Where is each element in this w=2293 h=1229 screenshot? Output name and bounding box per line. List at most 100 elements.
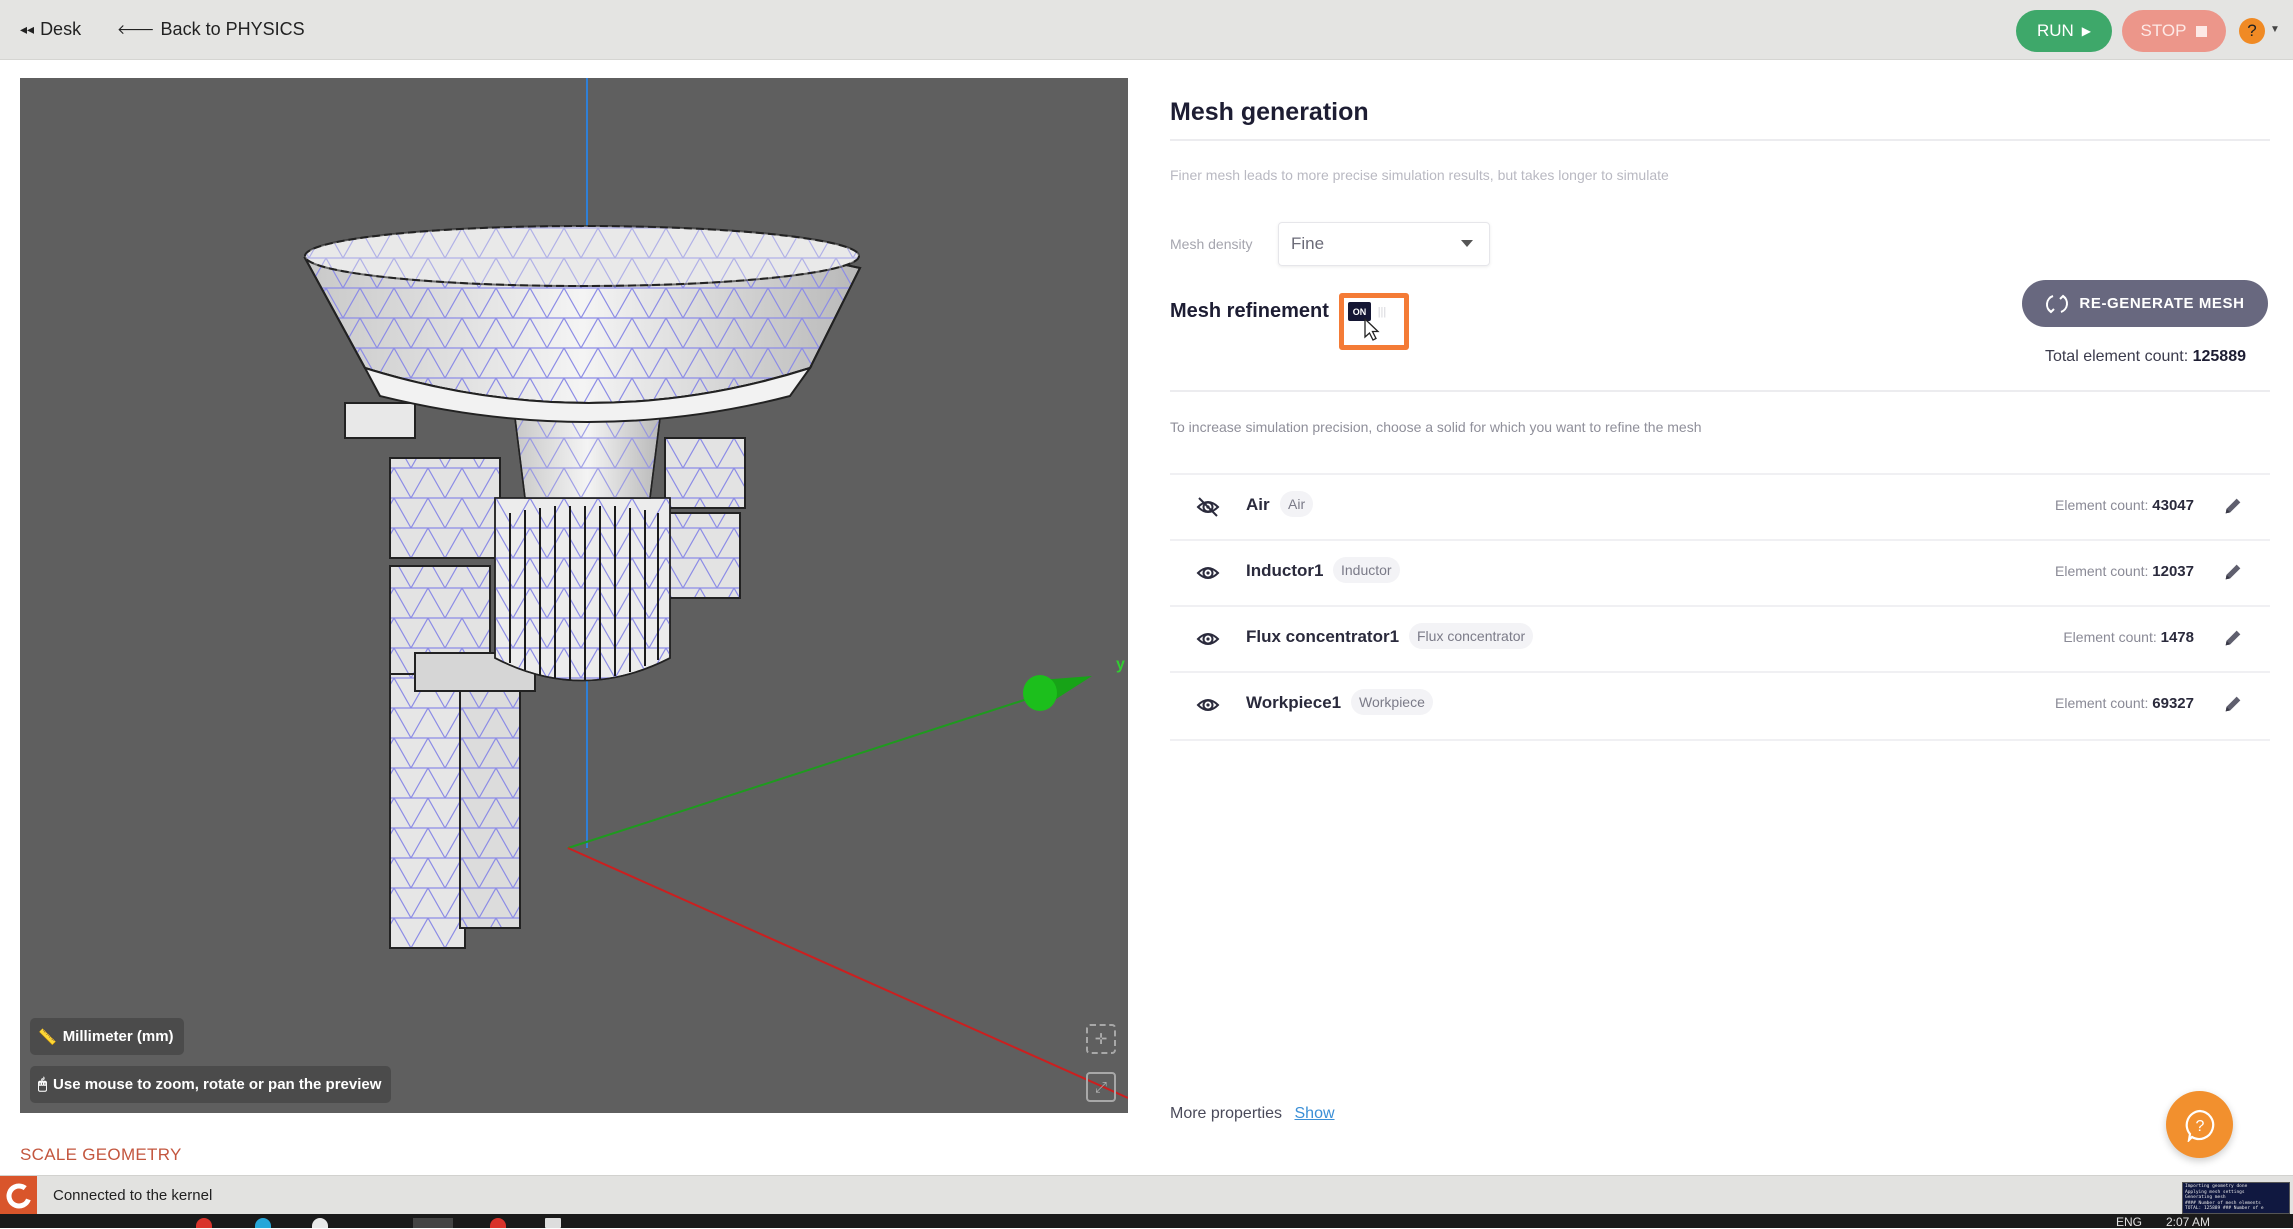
- solid-name: Workpiece1: [1246, 693, 1342, 712]
- back-label: Back to PHYSICS: [160, 19, 305, 39]
- pencil-icon[interactable]: [2222, 693, 2244, 715]
- kernel-status: Connected to the kernel: [53, 1187, 213, 1204]
- element-count: Element count: 69327: [2055, 695, 2194, 712]
- os-taskbar: ENG 2:07 AM: [0, 1214, 2293, 1229]
- scale-geometry-link[interactable]: SCALE GEOMETRY: [20, 1145, 182, 1165]
- solid-row[interactable]: Flux concentrator1 Flux concentrator Eleme…: [1170, 605, 2270, 673]
- element-count-label: Element count:: [2055, 497, 2149, 513]
- desk-link[interactable]: ◂◂ Desk: [20, 0, 81, 59]
- app-logo-icon: [0, 1176, 37, 1215]
- taskbar-app-icon[interactable]: [545, 1218, 561, 1228]
- element-count-value: 1478: [2160, 629, 2194, 646]
- mouse-hint-chip: 🖱 Use mouse to zoom, rotate or pan the p…: [30, 1066, 392, 1103]
- mesh-density-label: Mesh density: [1170, 236, 1253, 252]
- expand-fullscreen-icon[interactable]: ⤢: [1086, 1072, 1116, 1102]
- inductor-coil: [494, 497, 671, 682]
- mesh-description: Finer mesh leads to more precise simulat…: [1170, 167, 1669, 183]
- taskbar-app-icon[interactable]: [255, 1218, 271, 1228]
- divider: [1170, 390, 2270, 392]
- console-preview[interactable]: Importing geometry done Applying mesh se…: [2182, 1182, 2290, 1214]
- eye-off-icon[interactable]: [1196, 495, 1220, 519]
- workpiece-legs: [389, 672, 521, 949]
- svg-text:?: ?: [2195, 1118, 2204, 1135]
- units-chip[interactable]: 📏 Millimeter (mm): [30, 1018, 184, 1055]
- mesh-refinement-label: Mesh refinement: [1170, 300, 1329, 322]
- solid-row[interactable]: Workpiece1 Workpiece Element count: 69327: [1170, 671, 2270, 739]
- mouse-cursor-icon: [1364, 318, 1380, 341]
- element-count-label: Element count:: [2055, 695, 2149, 711]
- y-axis-arrow-cone: [1023, 675, 1092, 711]
- element-count: Element count: 43047: [2055, 497, 2194, 514]
- element-count: Element count: 12037: [2055, 563, 2194, 580]
- solid-name: Flux concentrator1: [1246, 627, 1400, 646]
- play-icon: ▶: [2081, 24, 2092, 38]
- 3d-viewport[interactable]: y 📏 Millimeter (mm) 🖱 Use mouse to zoom,…: [20, 78, 1128, 1113]
- regenerate-mesh-button[interactable]: RE-GENERATE MESH: [2022, 280, 2268, 327]
- help-icon: ?: [2247, 21, 2257, 40]
- highlight-box: ON |||: [1339, 293, 1409, 350]
- taskbar-app-icon[interactable]: [312, 1218, 328, 1228]
- solid-name: Air: [1246, 495, 1270, 514]
- more-properties: More properties Show: [1170, 1105, 1335, 1123]
- help-bubble-icon: ?: [2185, 1109, 2214, 1142]
- show-more-properties-link[interactable]: Show: [1295, 1105, 1335, 1122]
- help-menu-button[interactable]: ?: [2239, 18, 2265, 44]
- mouse-hint-label: Use mouse to zoom, rotate or pan the pre…: [53, 1076, 382, 1093]
- clock[interactable]: 2:07 AM: [2166, 1215, 2210, 1229]
- bowl-neck: [514, 417, 661, 499]
- language-indicator[interactable]: ENG: [2116, 1215, 2142, 1229]
- solid-row[interactable]: Air Air Element count: 43047: [1170, 473, 2270, 541]
- stop-label: STOP: [2140, 21, 2187, 40]
- taskbar-app-icon[interactable]: [196, 1218, 212, 1228]
- ruler-icon: 📏: [38, 1028, 57, 1046]
- pencil-icon[interactable]: [2222, 561, 2244, 583]
- workpiece-bowl: [303, 225, 862, 423]
- divider: [1170, 139, 2270, 141]
- x-axis-line: [567, 847, 1128, 1099]
- refresh-icon: [2046, 294, 2069, 313]
- mesh-density-select[interactable]: Fine: [1278, 222, 1490, 266]
- dropdown-caret-icon[interactable]: ▼: [2270, 24, 2280, 35]
- solid-type-tag: Workpiece: [1351, 689, 1433, 715]
- run-button[interactable]: RUN ▶: [2016, 10, 2112, 52]
- total-count-label: Total element count:: [2044, 348, 2189, 365]
- mouse-icon: 🖱: [38, 1076, 48, 1093]
- element-count-value: 43047: [2152, 497, 2194, 514]
- divider: [1170, 739, 2270, 741]
- back-to-physics-link[interactable]: 🡐 Back to PHYSICS: [117, 0, 305, 59]
- chevron-down-icon: [1461, 240, 1473, 247]
- solid-type-tag: Inductor: [1333, 557, 1400, 583]
- eye-icon[interactable]: [1196, 693, 1220, 717]
- mesh-density-value: Fine: [1291, 234, 1325, 253]
- solid-name: Inductor1: [1246, 561, 1324, 580]
- taskbar-active-app[interactable]: [413, 1218, 453, 1228]
- help-chat-button[interactable]: ?: [2166, 1091, 2233, 1158]
- total-count-value: 125889: [2192, 348, 2246, 365]
- more-properties-label: More properties: [1170, 1105, 1283, 1122]
- stop-button[interactable]: STOP: [2122, 10, 2226, 52]
- solid-row[interactable]: Inductor1 Inductor Element count: 12037: [1170, 539, 2270, 607]
- solid-type-tag: Flux concentrator: [1409, 623, 1534, 649]
- eye-icon[interactable]: [1196, 561, 1220, 585]
- regenerate-label: RE-GENERATE MESH: [2079, 295, 2245, 312]
- mesh-scene[interactable]: [20, 78, 1128, 1113]
- y-axis-label: y: [1116, 656, 1125, 673]
- element-count-value: 69327: [2152, 695, 2194, 712]
- pencil-icon[interactable]: [2222, 495, 2244, 517]
- element-count: Element count: 1478: [2063, 629, 2194, 646]
- double-arrow-left-icon: ◂◂: [20, 21, 35, 37]
- top-bar: ◂◂ Desk 🡐 Back to PHYSICS RUN ▶ STOP ? ▼: [0, 0, 2293, 60]
- y-axis-line: [567, 689, 1056, 849]
- element-count-label: Element count:: [2063, 629, 2157, 645]
- taskbar-app-icon[interactable]: [490, 1218, 506, 1228]
- eye-icon[interactable]: [1196, 627, 1220, 651]
- pencil-icon[interactable]: [2222, 627, 2244, 649]
- desk-label: Desk: [40, 19, 82, 39]
- units-label: Millimeter (mm): [62, 1028, 174, 1045]
- stop-square-icon: [2196, 25, 2208, 37]
- run-label: RUN: [2036, 21, 2074, 40]
- panel-title: Mesh generation: [1170, 98, 1369, 126]
- solid-type-tag: Air: [1280, 491, 1314, 517]
- status-bar: Connected to the kernel Importing geomet…: [0, 1175, 2293, 1215]
- focus-center-icon[interactable]: ✛: [1086, 1024, 1116, 1054]
